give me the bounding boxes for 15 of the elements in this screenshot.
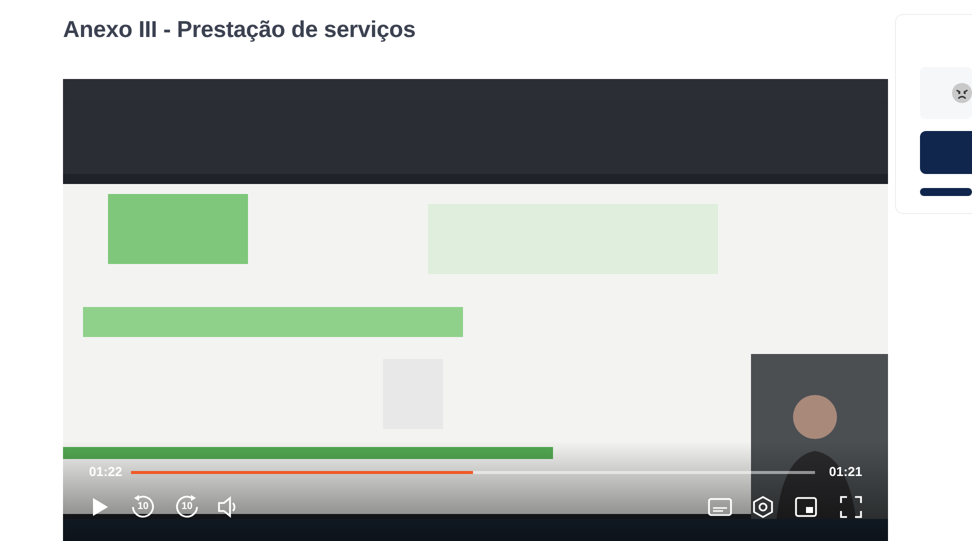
settings-icon xyxy=(751,495,775,519)
angry-face-icon xyxy=(952,82,972,104)
fullscreen-icon xyxy=(840,496,862,518)
forward-button[interactable]: 10 xyxy=(172,492,202,522)
elapsed-time: 01:22 xyxy=(89,464,122,479)
forward-icon xyxy=(174,494,200,520)
picture-in-picture-icon xyxy=(795,497,817,517)
rewind-icon xyxy=(130,494,156,520)
progress-strip xyxy=(920,188,972,196)
captions-icon xyxy=(708,497,732,517)
remaining-time: 01:21 xyxy=(829,464,862,479)
play-icon xyxy=(91,497,109,517)
page-title: Anexo III - Prestação de serviços xyxy=(63,16,417,44)
progress-bar[interactable] xyxy=(131,471,815,474)
rewind-button[interactable]: 10 xyxy=(128,492,158,522)
